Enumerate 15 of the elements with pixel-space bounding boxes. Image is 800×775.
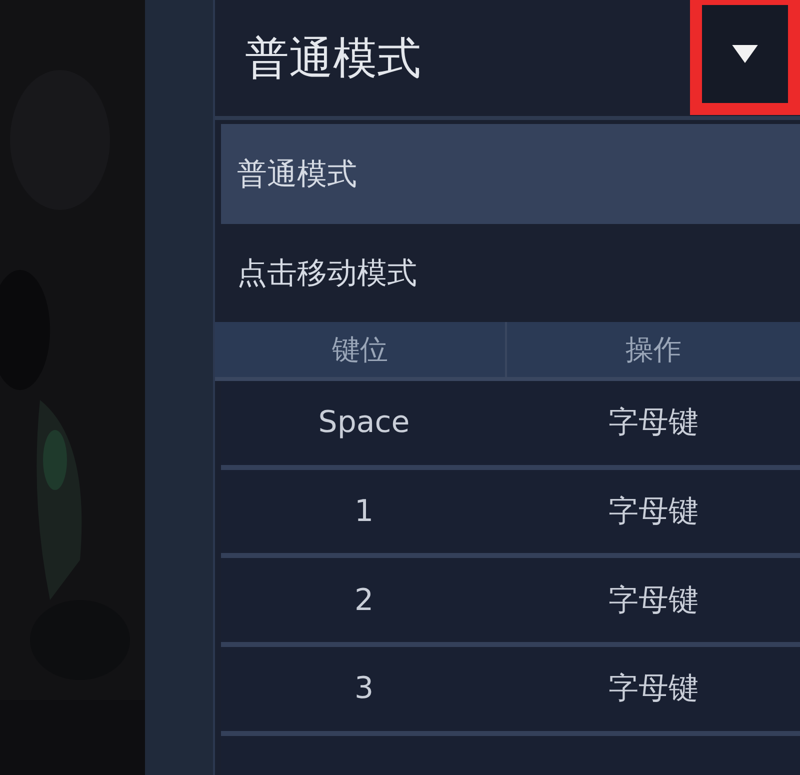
- column-header: 操作: [624, 332, 682, 368]
- mode-value: 普通模式: [245, 32, 421, 86]
- table-cell-text: 字母键: [608, 582, 700, 620]
- mode-option[interactable]: 普通模式: [221, 124, 800, 224]
- table-cell-text: 2: [353, 582, 375, 620]
- column-header: 键位: [215, 322, 507, 378]
- caret-icon: [732, 45, 758, 64]
- table-cell-text: 字母键: [608, 493, 700, 532]
- dropdown-button[interactable]: [690, 0, 800, 116]
- table-cell-text: 字母键: [608, 670, 700, 708]
- table-cell-text: 1: [353, 493, 375, 532]
- mode-option[interactable]: 点击移动模式: [215, 224, 800, 322]
- table-cell-text: 3: [353, 670, 375, 708]
- table-cell-text: 字母键: [608, 404, 700, 442]
- table-cell-text: Space: [317, 404, 411, 442]
